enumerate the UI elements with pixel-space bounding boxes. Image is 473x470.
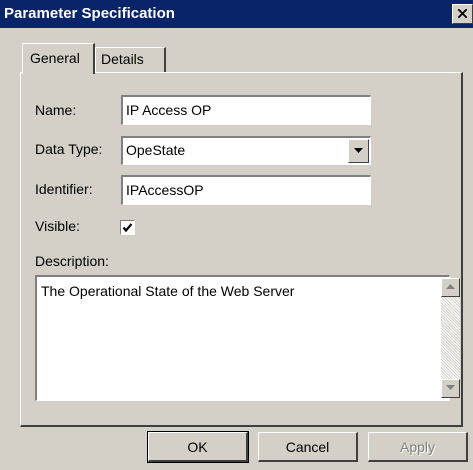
tab-general-label: General: [30, 50, 80, 66]
description-value: The Operational State of the Web Server: [41, 283, 295, 299]
title-bar: Parameter Specification: [0, 0, 473, 28]
visible-label: Visible:: [35, 218, 80, 234]
ok-button[interactable]: OK: [147, 431, 249, 463]
window-title: Parameter Specification: [4, 5, 175, 22]
general-tab-panel: Name: IP Access OP Data Type: OpeState I…: [20, 72, 463, 427]
ok-button-label: OK: [187, 439, 208, 455]
tab-general[interactable]: General: [22, 43, 95, 74]
cancel-button[interactable]: Cancel: [258, 432, 358, 462]
tab-details[interactable]: Details: [95, 47, 166, 73]
name-field[interactable]: IP Access OP: [121, 95, 371, 125]
scroll-down-button[interactable]: [441, 379, 460, 398]
visible-checkbox[interactable]: [120, 220, 135, 235]
description-textarea[interactable]: The Operational State of the Web Server: [35, 275, 460, 401]
name-label: Name:: [35, 102, 77, 118]
close-icon: [458, 9, 467, 18]
close-button[interactable]: [452, 4, 473, 24]
scroll-down-arrow-icon: [446, 385, 455, 390]
tab-details-label: Details: [101, 51, 144, 67]
chevron-down-icon: [354, 148, 363, 153]
identifier-field-value: IPAccessOP: [126, 182, 204, 198]
scroll-up-button[interactable]: [441, 278, 460, 297]
checkmark-icon: [122, 223, 133, 233]
apply-button-label: Apply: [399, 439, 436, 455]
scroll-up-arrow-icon: [446, 284, 455, 289]
cancel-button-label: Cancel: [285, 439, 330, 455]
description-scrollbar[interactable]: [441, 278, 460, 398]
data-type-select[interactable]: OpeState: [121, 136, 371, 165]
identifier-label: Identifier:: [35, 181, 93, 197]
data-type-value: OpeState: [126, 142, 186, 158]
identifier-field[interactable]: IPAccessOP: [121, 175, 371, 205]
name-field-value: IP Access OP: [126, 102, 212, 118]
apply-button[interactable]: Apply: [368, 432, 468, 462]
data-type-label: Data Type:: [35, 141, 103, 157]
data-type-dropdown-button[interactable]: [348, 139, 369, 163]
description-label: Description:: [35, 253, 109, 269]
